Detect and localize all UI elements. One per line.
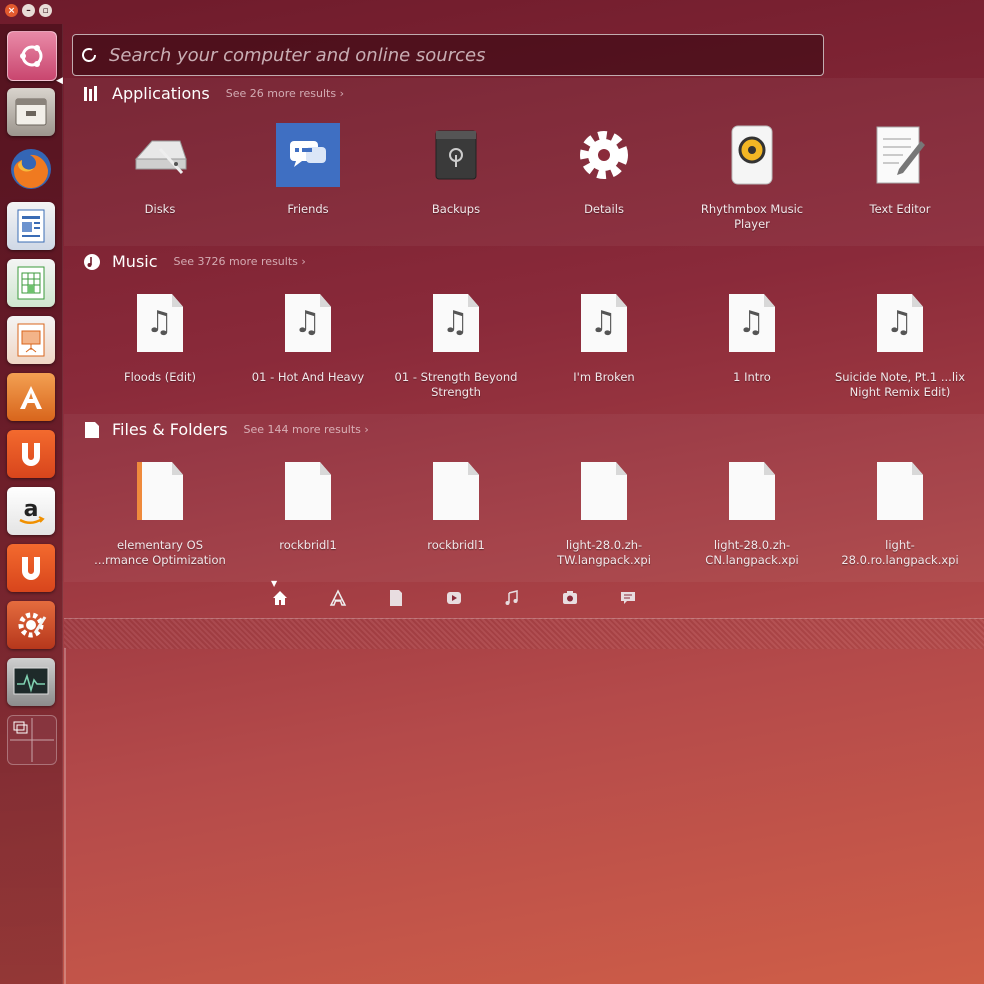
active-scope-indicator-icon: ▼ [271, 579, 278, 588]
music-result[interactable]: ♫ 1 Intro [678, 288, 826, 400]
blank-file-icon [433, 462, 479, 520]
system-settings-icon[interactable] [7, 601, 55, 649]
maximize-icon[interactable]: ▫ [39, 4, 52, 17]
audio-file-icon: ♫ [285, 294, 331, 352]
details-gear-icon [569, 120, 639, 190]
dash-results: Applications See 26 more results › Disks… [64, 78, 984, 582]
friends-icon [273, 120, 343, 190]
minimize-icon[interactable]: – [22, 4, 35, 17]
files-scope-icon[interactable] [383, 585, 409, 611]
music-result[interactable]: ♫ Floods (Edit) [86, 288, 234, 400]
launcher: ◀ a [0, 24, 63, 984]
ubuntu-one-music-icon[interactable] [7, 544, 55, 592]
file-result[interactable]: light-28.0.zh-CN.langpack.xpi [678, 456, 826, 568]
result-text-editor[interactable]: Text Editor [826, 120, 974, 232]
section-title: Music [112, 252, 158, 271]
section-title: Files & Folders [112, 420, 228, 439]
result-rhythmbox[interactable]: Rhythmbox Music Player [678, 120, 826, 232]
audio-file-icon: ♫ [137, 294, 183, 352]
files-section: Files & Folders See 144 more results › e… [64, 414, 984, 582]
see-more-link[interactable]: See 144 more results › [244, 423, 369, 436]
libreoffice-impress-icon[interactable] [7, 316, 55, 364]
software-center-icon[interactable] [7, 373, 55, 421]
audio-file-icon: ♫ [433, 294, 479, 352]
active-arrow-icon: ◀ [56, 76, 63, 86]
dash-home-icon[interactable] [7, 31, 57, 81]
applications-category-icon [82, 85, 102, 103]
music-category-icon [82, 253, 102, 271]
result-disks[interactable]: Disks [86, 120, 234, 232]
dash-bottom-edge [64, 618, 984, 649]
close-icon[interactable]: × [5, 4, 18, 17]
file-result[interactable]: rockbridl1 [382, 456, 530, 568]
scope-bar: ▼ [64, 578, 984, 618]
video-scope-icon[interactable] [441, 585, 467, 611]
document-file-icon [137, 462, 183, 520]
amazon-icon[interactable]: a [7, 487, 55, 535]
blank-file-icon [581, 462, 627, 520]
blank-file-icon [729, 462, 775, 520]
backups-icon [421, 120, 491, 190]
music-result[interactable]: ♫ Suicide Note, Pt.1 ...lix Night Remix E… [826, 288, 974, 400]
result-friends[interactable]: Friends [234, 120, 382, 232]
home-scope-icon[interactable] [267, 585, 293, 611]
libreoffice-calc-icon[interactable] [7, 259, 55, 307]
desktop-area [64, 648, 984, 984]
search-spinner-icon [73, 45, 105, 65]
music-result[interactable]: ♫ 01 - Strength Beyond Strength [382, 288, 530, 400]
audio-file-icon: ♫ [877, 294, 923, 352]
firefox-icon[interactable] [7, 145, 55, 193]
file-result[interactable]: light-28.0.zh-TW.langpack.xpi [530, 456, 678, 568]
music-result[interactable]: ♫ 01 - Hot And Heavy [234, 288, 382, 400]
applications-scope-icon[interactable] [325, 585, 351, 611]
audio-file-icon: ♫ [729, 294, 775, 352]
result-details[interactable]: Details [530, 120, 678, 232]
search-input[interactable] [105, 44, 803, 66]
rhythmbox-icon [717, 120, 787, 190]
blank-file-icon [285, 462, 331, 520]
workspace-switcher-icon[interactable] [7, 715, 57, 765]
music-section: Music See 3726 more results › ♫ Floods (E… [64, 246, 984, 414]
disks-icon [125, 120, 195, 190]
blank-file-icon [877, 462, 923, 520]
see-more-link[interactable]: See 26 more results › [226, 87, 344, 100]
search-bar[interactable] [72, 34, 824, 76]
window-controls: × – ▫ [5, 4, 52, 17]
see-more-link[interactable]: See 3726 more results › [174, 255, 306, 268]
files-category-icon [82, 421, 102, 439]
file-result[interactable]: light-28.0.ro.langpack.xpi [826, 456, 974, 568]
result-backups[interactable]: Backups [382, 120, 530, 232]
music-result[interactable]: ♫ I'm Broken [530, 288, 678, 400]
social-scope-icon[interactable] [615, 585, 641, 611]
section-title: Applications [112, 84, 210, 103]
photos-scope-icon[interactable] [557, 585, 583, 611]
file-result[interactable]: rockbridl1 [234, 456, 382, 568]
audio-file-icon: ♫ [581, 294, 627, 352]
libreoffice-writer-icon[interactable] [7, 202, 55, 250]
applications-section: Applications See 26 more results › Disks… [64, 78, 984, 246]
system-monitor-icon[interactable] [7, 658, 55, 706]
svg-text:a: a [24, 497, 39, 522]
text-editor-icon [865, 120, 935, 190]
music-scope-icon[interactable] [499, 585, 525, 611]
ubuntu-one-icon[interactable] [7, 430, 55, 478]
file-result[interactable]: elementary OS ...rmance Optimization [86, 456, 234, 568]
files-icon[interactable] [7, 88, 55, 136]
